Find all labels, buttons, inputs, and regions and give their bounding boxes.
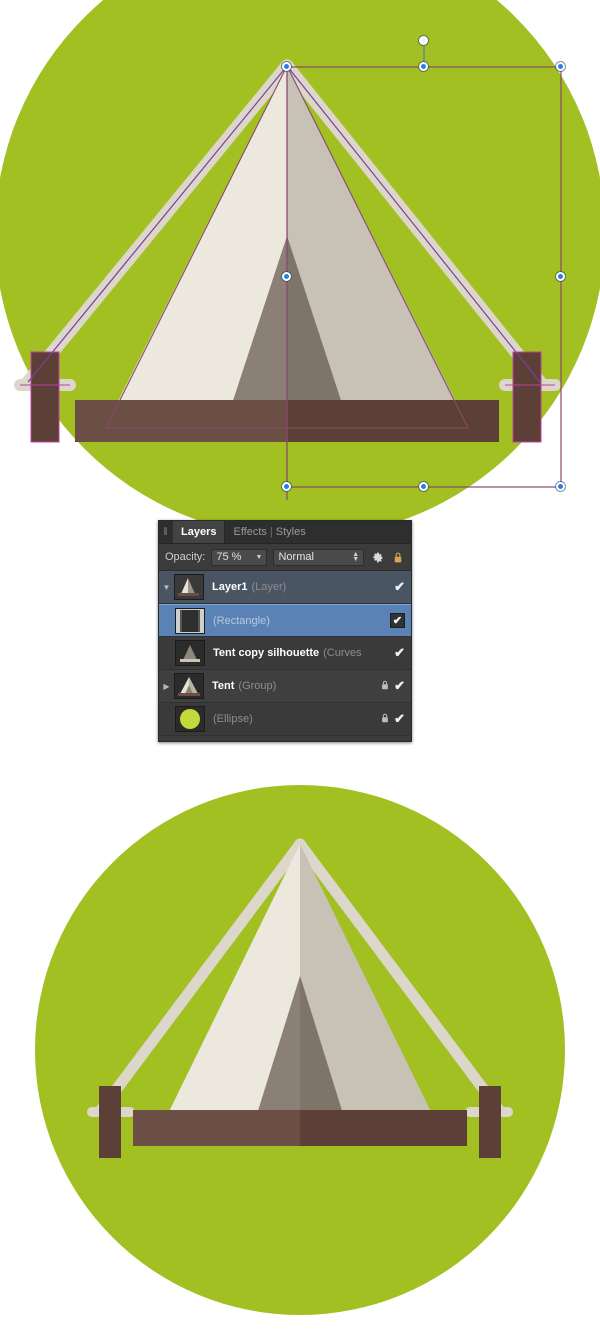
layer-thumbnail-tent-silhouette (175, 640, 205, 666)
layer-thumbnail-ellipse (175, 706, 205, 732)
layers-panel[interactable]: ⦀ Layers Effects | Styles Opacity: 75 % … (158, 520, 412, 742)
tent-stake-left (31, 352, 59, 442)
opacity-input[interactable]: 75 % ▼ (211, 548, 268, 566)
layer-row-tent-copy-silhouette[interactable]: Tent copy silhouette (Curves ✔ (159, 637, 411, 670)
layer-row-ellipse[interactable]: (Ellipse) ✔ (159, 703, 411, 736)
bottom-center-handle[interactable] (419, 482, 428, 491)
tab-effects-styles[interactable]: Effects | Styles (225, 521, 313, 543)
layer-title: Layer1 (212, 581, 248, 593)
layer-kind: (Rectangle) (213, 614, 270, 627)
tab-layers[interactable]: Layers (173, 521, 226, 543)
opacity-label: Opacity: (165, 551, 206, 563)
tab-layers-label: Layers (181, 526, 217, 538)
tab-separator: | (269, 526, 273, 538)
tent-base-plank-shadow-preview (300, 1110, 467, 1146)
layer-thumbnail-layer1 (174, 574, 204, 600)
chevron-down-icon[interactable]: ▼ (256, 554, 263, 561)
top-center-handle[interactable] (419, 62, 428, 71)
visibility-check-icon[interactable]: ✔ (394, 645, 405, 661)
bottom-left-handle[interactable] (282, 482, 291, 491)
layer-thumbnail-rectangle (175, 607, 205, 634)
layer-kind: (Layer) (251, 581, 287, 593)
layer-title: Tent copy silhouette (213, 647, 320, 659)
visibility-check-icon[interactable]: ✔ (394, 711, 405, 727)
opacity-value: 75 % (216, 551, 242, 563)
layer-title: Tent (212, 680, 235, 692)
layer-row-rectangle[interactable]: (Rectangle) ✔ (159, 604, 411, 637)
spinner-updown-icon[interactable]: ▲ ▼ (352, 551, 359, 563)
layer-row-controls[interactable]: ✔ (380, 678, 411, 694)
opacity-row[interactable]: Opacity: 75 % ▼ Normal ▲ ▼ (159, 544, 411, 571)
blend-mode-value: Normal (278, 551, 314, 563)
top-left-handle[interactable] (282, 62, 291, 71)
top-right-handle[interactable] (556, 62, 565, 71)
middle-right-handle[interactable] (556, 272, 565, 281)
layer-row-layer1[interactable]: ▼ Layer1 (Layer) ✔ (159, 571, 411, 604)
layer-name-layer1: Layer1 (Layer) (212, 581, 394, 593)
layer-kind: (Curves (323, 647, 362, 659)
tent-base-plank-shadow (287, 400, 499, 442)
tent-stake-left-preview (99, 1086, 121, 1158)
visibility-check-icon[interactable]: ✔ (394, 579, 405, 595)
layer-row-controls[interactable]: ✔ (390, 613, 411, 628)
center-node-handle[interactable] (282, 272, 291, 281)
tent-stake-right-preview (479, 1086, 501, 1158)
lock-icon[interactable] (380, 679, 390, 694)
layer-thumbnail-tent-group (174, 673, 204, 699)
visibility-check-box-icon[interactable]: ✔ (390, 613, 405, 628)
layer-row-controls[interactable]: ✔ (394, 579, 411, 595)
tab-styles-label[interactable]: Styles (276, 526, 306, 538)
layer-kind: (Group) (238, 680, 277, 692)
panel-tab-bar[interactable]: ⦀ Layers Effects | Styles (159, 521, 411, 544)
layer-name-ellipse: (Ellipse) (213, 713, 380, 725)
artboard-bottom[interactable] (0, 760, 600, 1330)
layer-kind: (Ellipse) (213, 713, 253, 725)
drag-handle-icon[interactable]: ⦀ (159, 521, 173, 543)
tent-icon-preview[interactable] (0, 760, 600, 1330)
blend-mode-select[interactable]: Normal ▲ ▼ (273, 548, 365, 566)
layer-list[interactable]: ▼ Layer1 (Layer) ✔ (Rectangle) ✔ Tent co… (159, 571, 411, 736)
visibility-check-icon[interactable]: ✔ (394, 678, 405, 694)
bottom-right-handle[interactable] (556, 482, 565, 491)
rotation-handle[interactable] (419, 36, 428, 45)
layer-row-controls[interactable]: ✔ (380, 711, 411, 727)
lock-icon[interactable] (380, 712, 390, 727)
layer-name-tent-copy-silhouette: Tent copy silhouette (Curves (213, 647, 394, 659)
gear-icon[interactable] (370, 550, 384, 565)
lock-icon[interactable] (391, 550, 405, 565)
triangle-down-icon[interactable]: ▼ (159, 583, 174, 592)
triangle-right-icon[interactable]: ▶ (159, 682, 174, 691)
layer-name-tent-group: Tent (Group) (212, 680, 380, 692)
layer-name-rectangle: (Rectangle) (213, 615, 390, 627)
layer-row-controls[interactable]: ✔ (394, 645, 411, 661)
tab-effects-label[interactable]: Effects (233, 526, 266, 538)
layer-row-tent-group[interactable]: ▶ Tent (Group) ✔ (159, 670, 411, 703)
